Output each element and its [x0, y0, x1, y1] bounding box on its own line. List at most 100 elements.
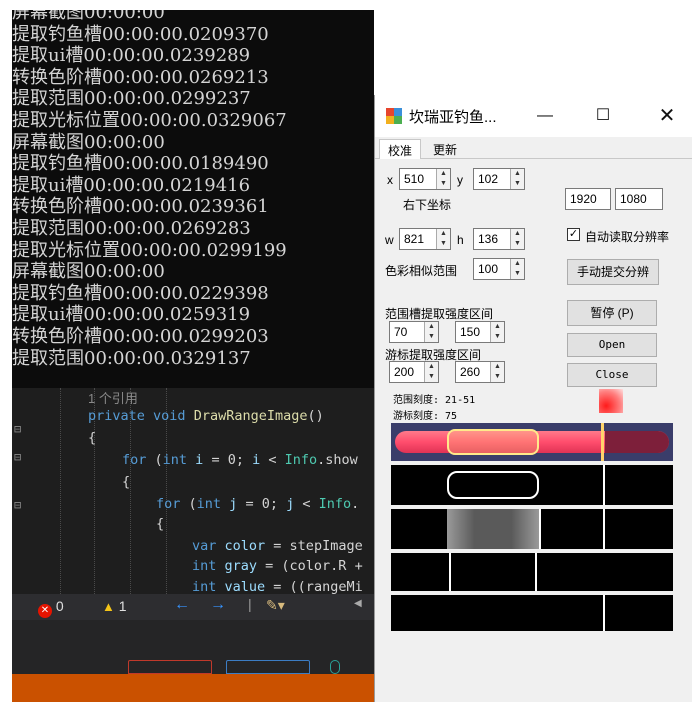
- console-line: 提取范围00:00:00.0329137: [12, 347, 251, 369]
- screen-width-field[interactable]: 1920: [565, 188, 611, 210]
- fold-toggle-icon[interactable]: ⊟: [14, 450, 21, 464]
- warning-indicator[interactable]: ▲ 1: [102, 598, 127, 614]
- spin-up-icon: ▲: [514, 260, 521, 267]
- w-label: w: [385, 233, 394, 247]
- color-similarity-stepper[interactable]: 100 ▲ ▼: [473, 258, 525, 280]
- indent-guide: [60, 388, 61, 594]
- fold-toggle-icon[interactable]: ⊟: [14, 498, 21, 512]
- screen-height-field[interactable]: 1080: [615, 188, 663, 210]
- h-label: h: [457, 233, 464, 247]
- spin-down-icon: ▼: [440, 240, 447, 247]
- brush-icon[interactable]: ✎▾: [266, 597, 285, 614]
- w-stepper[interactable]: 821 ▲ ▼: [399, 228, 451, 250]
- code-line: {: [156, 516, 165, 532]
- divider: [603, 595, 605, 631]
- cursor-preview: [391, 595, 673, 631]
- close-icon[interactable]: ✕: [647, 101, 687, 131]
- spin-buttons[interactable]: ▲ ▼: [490, 362, 504, 382]
- tab-update[interactable]: 更新: [425, 139, 465, 159]
- spin-buttons[interactable]: ▲ ▼: [490, 322, 504, 342]
- range-scale-readout: 范围刻度: 21-51: [393, 395, 476, 406]
- y-stepper[interactable]: 102 ▲ ▼: [473, 168, 525, 190]
- divider: [449, 553, 451, 591]
- nav-back-icon[interactable]: ←: [174, 596, 190, 614]
- console-line: 提取ui槽00:00:00.0239289: [12, 45, 251, 67]
- spin-buttons[interactable]: ▲ ▼: [436, 229, 450, 249]
- nav-forward-icon[interactable]: →: [210, 596, 226, 614]
- cursor-max-stepper[interactable]: 260 ▲ ▼: [455, 361, 505, 383]
- console-line: 提取钓鱼槽00:00:00.0229398: [12, 282, 269, 304]
- code-line: {: [122, 474, 131, 490]
- panel-tab[interactable]: [128, 660, 212, 674]
- spin-buttons[interactable]: ▲ ▼: [424, 362, 438, 382]
- spin-up-icon: ▲: [514, 230, 521, 237]
- cursor-marker: [601, 423, 604, 461]
- code-line: var color = stepImage: [192, 538, 363, 554]
- console-line: 转换色阶槽00:00:00.0299203: [12, 326, 269, 347]
- divider: [539, 509, 541, 549]
- range-extract-preview: [391, 465, 673, 505]
- spin-up-icon: ▲: [428, 323, 435, 330]
- h-stepper[interactable]: 136 ▲ ▼: [473, 228, 525, 250]
- error-indicator[interactable]: ✕ 0: [38, 598, 64, 618]
- panel-tab[interactable]: [226, 660, 310, 674]
- auto-read-label: 自动读取分辨率: [585, 230, 670, 244]
- maximize-icon[interactable]: ☐: [583, 101, 623, 131]
- x-label: x: [387, 173, 393, 187]
- fold-toggle-icon[interactable]: ⊟: [14, 422, 21, 436]
- close-button[interactable]: Close: [567, 363, 657, 387]
- spin-down-icon: ▼: [440, 180, 447, 187]
- range-min-stepper[interactable]: 70 ▲ ▼: [389, 321, 439, 343]
- range-max-stepper[interactable]: 150 ▲ ▼: [455, 321, 505, 343]
- spin-buttons[interactable]: ▲ ▼: [424, 322, 438, 342]
- spin-up-icon: ▲: [440, 230, 447, 237]
- spin-buttons[interactable]: ▲ ▼: [510, 229, 524, 249]
- scroll-left-icon[interactable]: ◀: [354, 598, 362, 609]
- console-line: 屏幕截图00:00:00: [12, 10, 165, 23]
- spin-buttons[interactable]: ▲ ▼: [436, 169, 450, 189]
- code-editor[interactable]: ⊟ ⊟ ⊟ 1 个引用 private void DrawRangeImage(…: [12, 388, 374, 594]
- code-line: {: [88, 430, 97, 446]
- spin-down-icon: ▼: [494, 373, 501, 380]
- console-line: 转换色阶槽00:00:00.0269213: [12, 66, 269, 88]
- error-list-bar: ✕ 0 ▲ 1 ← → | ✎▾ ◀: [12, 594, 374, 620]
- gradient-preview: [391, 509, 673, 549]
- warning-count: 1: [118, 598, 127, 614]
- error-icon: ✕: [38, 604, 52, 618]
- minimize-icon[interactable]: —: [525, 101, 565, 131]
- status-bar: [12, 674, 374, 702]
- console-line: 提取钓鱼槽00:00:00.0189490: [12, 153, 269, 175]
- console-line: 提取光标位置00:00:00.0329067: [12, 110, 287, 131]
- spin-up-icon: ▲: [494, 363, 501, 370]
- spin-down-icon: ▼: [428, 333, 435, 340]
- range-indicator: [447, 429, 539, 455]
- pause-button[interactable]: 暂停 (P): [567, 300, 657, 326]
- spin-down-icon: ▼: [514, 180, 521, 187]
- code-line: for (int j = 0; j < Info.: [156, 496, 360, 512]
- error-count: 0: [55, 598, 64, 614]
- open-button[interactable]: Open: [567, 333, 657, 357]
- auto-read-checkbox[interactable]: ✓: [567, 228, 580, 241]
- spin-down-icon: ▼: [494, 333, 501, 340]
- lower-panel: [12, 620, 374, 674]
- color-similarity-label: 色彩相似范围: [385, 264, 458, 278]
- range-outline: [447, 471, 539, 499]
- fishing-bar-preview: [391, 423, 673, 461]
- divider: [603, 465, 605, 505]
- x-stepper[interactable]: 510 ▲ ▼: [399, 168, 451, 190]
- manual-submit-resolution-button[interactable]: 手动提交分辨: [567, 259, 659, 285]
- spin-buttons[interactable]: ▲ ▼: [510, 169, 524, 189]
- divider: [535, 553, 537, 591]
- spin-buttons[interactable]: ▲ ▼: [510, 259, 524, 279]
- spin-up-icon: ▲: [514, 170, 521, 177]
- spin-down-icon: ▼: [428, 373, 435, 380]
- divider: [603, 509, 605, 549]
- window-titlebar[interactable]: 坎瑞亚钓鱼... — ☐ ✕: [375, 95, 692, 137]
- tab-strip: 校准 更新: [375, 137, 692, 159]
- panel-tab[interactable]: [330, 660, 340, 674]
- spin-down-icon: ▼: [514, 270, 521, 277]
- cursor-min-stepper[interactable]: 200 ▲ ▼: [389, 361, 439, 383]
- slot-preview: [391, 553, 673, 591]
- cursor-scale-readout: 游标刻度: 75: [393, 411, 458, 422]
- tab-calibrate[interactable]: 校准: [379, 139, 422, 159]
